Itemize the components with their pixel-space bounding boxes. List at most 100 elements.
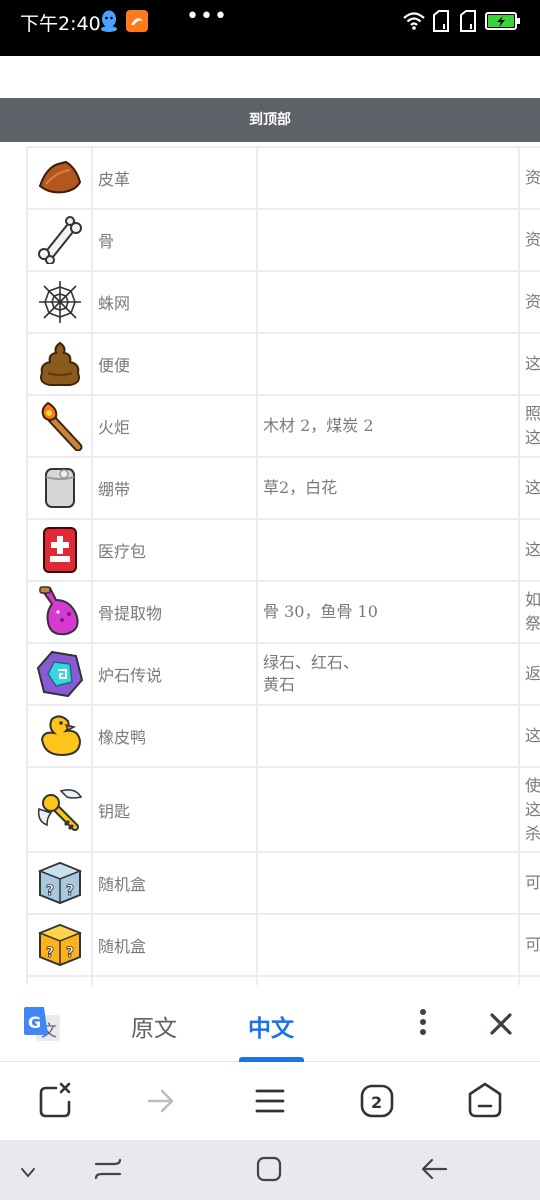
table-row: 医疗包 这 xyxy=(26,518,540,582)
item-recipe xyxy=(256,851,520,915)
recipe-line: 黄石 xyxy=(263,675,296,694)
item-icon-cell xyxy=(26,270,93,334)
item-recipe: 草2，白花 xyxy=(256,456,520,520)
google-translate-icon: 文 G xyxy=(22,1005,62,1049)
item-recipe: 骨 30，鱼骨 10 xyxy=(256,580,520,644)
item-icon-cell xyxy=(26,208,93,272)
item-recipe: 绿石、红石、 黄石 xyxy=(256,642,520,706)
medkit-icon xyxy=(28,526,91,574)
svg-text:?: ? xyxy=(66,945,74,961)
item-description: 返 xyxy=(518,642,540,706)
item-description: 可 xyxy=(518,913,540,977)
item-icon-cell xyxy=(26,146,93,210)
item-name: 炉石传说 xyxy=(91,642,258,706)
table-row xyxy=(26,975,540,985)
close-icon[interactable] xyxy=(488,1011,514,1041)
svg-text:?: ? xyxy=(46,945,54,961)
home-icon[interactable] xyxy=(468,1082,502,1122)
bone-icon xyxy=(28,216,91,264)
sim-card-1-icon xyxy=(432,10,450,36)
key-icon xyxy=(28,787,91,833)
item-icon-cell xyxy=(26,456,93,520)
item-name: 蛛网 xyxy=(91,270,258,334)
item-recipe xyxy=(256,518,520,582)
more-options-icon[interactable] xyxy=(412,1007,434,1041)
table-row: 钥匙 使这杀 xyxy=(26,766,540,853)
system-navigation-bar xyxy=(0,1140,540,1200)
spider-web-icon xyxy=(28,279,91,325)
torch-icon xyxy=(28,401,91,451)
potion-icon xyxy=(28,586,91,638)
item-description: 可 xyxy=(518,851,540,915)
tabs-icon[interactable]: 2 xyxy=(360,1084,394,1122)
item-icon-cell xyxy=(26,766,93,853)
table-row: ?? 随机盒 可 xyxy=(26,851,540,915)
item-recipe xyxy=(256,766,520,853)
home-nav-icon[interactable] xyxy=(256,1156,282,1186)
item-name: 橡皮鸭 xyxy=(91,704,258,768)
item-icon-cell xyxy=(26,332,93,396)
item-recipe xyxy=(256,913,520,977)
item-description: 使这杀 xyxy=(518,766,540,853)
item-name xyxy=(91,975,258,985)
back-to-top-button[interactable]: 到顶部 xyxy=(0,98,540,142)
svg-text:?: ? xyxy=(46,883,54,899)
logo-g: G xyxy=(28,1013,41,1032)
item-recipe xyxy=(256,270,520,334)
uc-browser-icon xyxy=(126,10,148,36)
item-icon-cell xyxy=(26,518,93,582)
item-name: 骨 xyxy=(91,208,258,272)
item-icon-cell xyxy=(26,642,93,706)
sim-card-2-icon xyxy=(459,10,477,36)
table-row: 火炬 木材 2，煤炭 2 照这 xyxy=(26,394,540,458)
item-name: 钥匙 xyxy=(91,766,258,853)
item-recipe xyxy=(256,146,520,210)
desc-line: 这 xyxy=(525,428,540,447)
item-description: 资 xyxy=(518,270,540,334)
item-name: 随机盒 xyxy=(91,851,258,915)
desc-line: 照 xyxy=(525,404,540,423)
mystery-box-gold-icon: ?? xyxy=(28,921,91,969)
item-description xyxy=(518,975,540,985)
item-icon-cell: ?? xyxy=(26,913,93,977)
table-row: 骨提取物 骨 30，鱼骨 10 如祭 xyxy=(26,580,540,644)
browser-toolbar: 2 xyxy=(0,1062,540,1140)
leather-icon xyxy=(28,158,91,198)
desc-line: 使 xyxy=(525,775,540,795)
table-row: 蛛网 资 xyxy=(26,270,540,334)
battery-charging-icon xyxy=(485,12,521,34)
table-row: 皮革 资 xyxy=(26,146,540,210)
table-row: 便便 这 xyxy=(26,332,540,396)
item-description: 如祭 xyxy=(518,580,540,644)
item-name: 便便 xyxy=(91,332,258,396)
table-row: 橡皮鸭 这 xyxy=(26,704,540,768)
item-name: 骨提取物 xyxy=(91,580,258,644)
collapse-nav-icon[interactable] xyxy=(20,1164,36,1183)
tab-chinese[interactable]: 中文 xyxy=(248,1009,294,1043)
close-tab-icon[interactable] xyxy=(38,1082,72,1122)
bandage-icon xyxy=(28,465,91,511)
recipe-line: 绿石、红石、 xyxy=(263,653,360,672)
item-icon-cell: ?? xyxy=(26,851,93,915)
mystery-box-blue-icon: ?? xyxy=(28,859,91,907)
forward-arrow-icon[interactable] xyxy=(146,1086,176,1120)
back-nav-icon[interactable] xyxy=(420,1156,448,1186)
wifi-icon xyxy=(402,11,426,35)
desc-line: 杀 xyxy=(525,823,540,843)
item-description: 照这 xyxy=(518,394,540,458)
rubber-duck-icon xyxy=(28,713,91,759)
poop-icon xyxy=(28,341,91,387)
tab-original[interactable]: 原文 xyxy=(131,1009,177,1043)
item-icon-cell xyxy=(26,394,93,458)
item-recipe xyxy=(256,332,520,396)
status-time: 下午2:40 xyxy=(20,13,101,35)
recent-apps-icon[interactable] xyxy=(94,1156,122,1186)
item-recipe xyxy=(256,704,520,768)
item-recipe: 木材 2，煤炭 2 xyxy=(256,394,520,458)
item-description: 这 xyxy=(518,456,540,520)
more-notifications-icon: ••• xyxy=(186,4,228,29)
item-recipe xyxy=(256,975,520,985)
menu-icon[interactable] xyxy=(255,1088,285,1118)
item-icon-cell xyxy=(26,975,93,985)
desc-line: 祭 xyxy=(525,614,540,633)
